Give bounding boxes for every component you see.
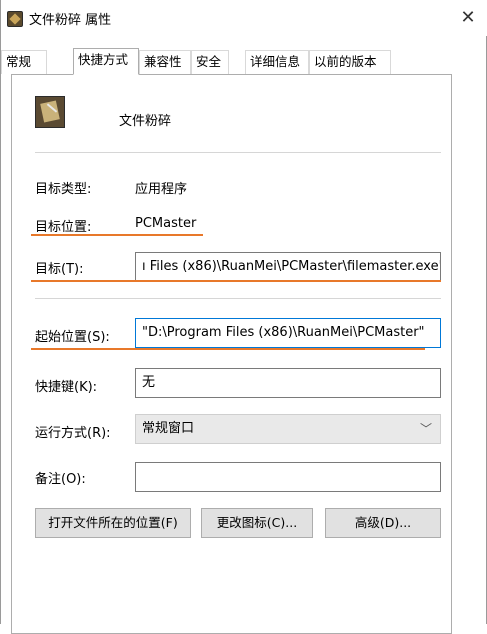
- target-type-value: 应用程序: [135, 182, 188, 197]
- open-file-location-button[interactable]: 打开文件所在的位置(F): [35, 508, 191, 538]
- chevron-down-icon: ﹀: [419, 422, 432, 436]
- annotation-underline: [31, 348, 425, 350]
- divider: [35, 298, 441, 299]
- annotation-underline: [31, 280, 441, 282]
- properties-window: 文件粉碎 属性 ✕ 常规 快捷方式 兼容性 安全 详细信息 以前的版本 文件粉碎…: [0, 0, 487, 634]
- tab-general[interactable]: 常规: [1, 50, 47, 74]
- shortcut-panel: [11, 74, 452, 634]
- tab-details[interactable]: 详细信息: [245, 50, 309, 74]
- comment-field[interactable]: [135, 462, 441, 492]
- target-field[interactable]: ı Files (x86)\RuanMei\PCMaster\filemaste…: [135, 252, 441, 282]
- start-in-field[interactable]: "D:\Program Files (x86)\RuanMei\PCMaster…: [135, 318, 441, 348]
- target-location-value: PCMaster: [135, 216, 197, 231]
- tab-compatibility[interactable]: 兼容性: [139, 50, 191, 74]
- tab-previous-versions[interactable]: 以前的版本: [309, 50, 391, 74]
- advanced-button[interactable]: 高级(D)...: [325, 508, 441, 538]
- run-select[interactable]: 常规窗口 ﹀: [135, 414, 441, 444]
- start-in-label: 起始位置(S):: [35, 330, 110, 345]
- tab-security[interactable]: 安全: [191, 50, 229, 74]
- divider: [35, 152, 441, 153]
- hotkey-field[interactable]: 无: [135, 368, 441, 398]
- window-title: 文件粉碎 属性: [29, 13, 112, 28]
- close-icon[interactable]: ✕: [454, 4, 482, 32]
- title-bar[interactable]: 文件粉碎 属性 ✕: [1, 0, 487, 36]
- shortcut-name: 文件粉碎: [119, 114, 172, 129]
- hotkey-label: 快捷键(K):: [35, 380, 98, 395]
- comment-label: 备注(O):: [35, 472, 86, 487]
- tab-shortcut[interactable]: 快捷方式: [73, 48, 139, 75]
- run-label: 运行方式(R):: [35, 426, 111, 441]
- annotation-underline: [31, 234, 203, 236]
- target-label: 目标(T):: [35, 262, 84, 277]
- file-shredder-icon: [35, 96, 65, 128]
- app-icon: [7, 11, 23, 27]
- tab-strip: 常规 快捷方式 兼容性 安全 详细信息 以前的版本: [1, 48, 487, 75]
- target-type-label: 目标类型:: [35, 182, 92, 197]
- run-select-value: 常规窗口: [142, 421, 195, 436]
- target-location-label: 目标位置:: [35, 220, 92, 235]
- change-icon-button[interactable]: 更改图标(C)...: [201, 508, 313, 538]
